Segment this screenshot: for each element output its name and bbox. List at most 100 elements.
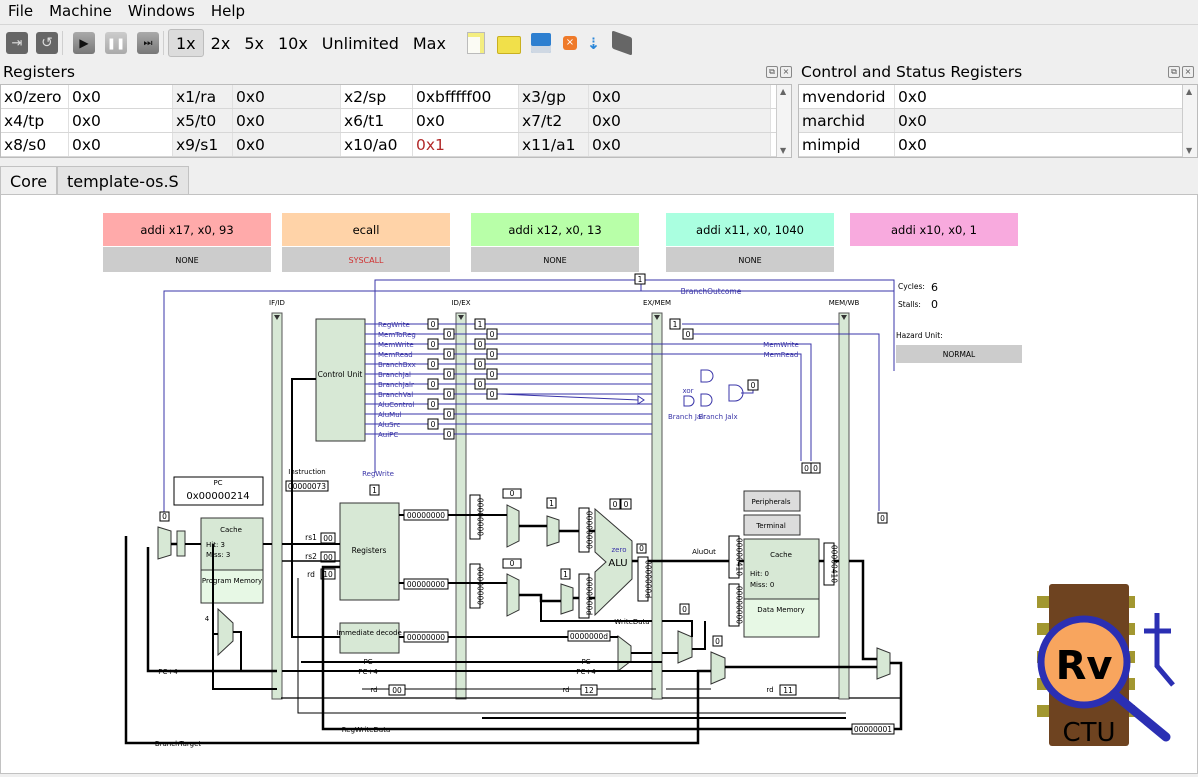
register-value[interactable]: 0x0 bbox=[233, 85, 341, 108]
csr-value[interactable]: 0x0 bbox=[895, 133, 1175, 156]
registers-scrollbar[interactable]: ▲ ▼ bbox=[776, 85, 791, 157]
build-button[interactable] bbox=[612, 29, 633, 57]
register-value[interactable]: 0xbfffff00 bbox=[413, 85, 519, 108]
menu-help[interactable]: Help bbox=[203, 2, 253, 20]
speed-max-button[interactable]: Max bbox=[406, 30, 453, 56]
value-label: 0 bbox=[478, 340, 483, 349]
register-value[interactable]: 0x0 bbox=[233, 109, 341, 132]
core-view: addi x17, x0, 93 NONE ecall SYSCALL addi x12… bbox=[0, 194, 1198, 774]
cache-miss: Miss: 3 bbox=[206, 551, 230, 559]
latch-label: IF/ID bbox=[269, 299, 285, 307]
register-name: x3/gp bbox=[519, 85, 589, 108]
register-name: x0/zero bbox=[1, 85, 69, 108]
wire bbox=[233, 631, 242, 671]
control-signal-label: AuiPC bbox=[378, 431, 398, 439]
cache-hit: Hit: 0 bbox=[750, 570, 769, 578]
register-value[interactable]: 0x0 bbox=[69, 85, 173, 108]
float-icon[interactable]: ⧉ bbox=[766, 66, 778, 78]
csr-name: mimpid bbox=[799, 133, 895, 156]
value-label: 0 bbox=[813, 464, 818, 473]
stage-exception: NONE bbox=[738, 256, 761, 265]
csr-value[interactable]: 0x0 bbox=[895, 85, 1175, 108]
reset-button[interactable]: ↺ bbox=[36, 29, 58, 57]
speed-unlimited-button[interactable]: Unlimited bbox=[315, 30, 406, 56]
value-label: 00000000 bbox=[476, 498, 485, 536]
new-file-button[interactable] bbox=[466, 29, 485, 57]
stage-instruction: addi x12, x0, 13 bbox=[508, 223, 601, 237]
rd-wire-label: rd bbox=[370, 686, 377, 694]
register-value[interactable]: 0x0 bbox=[69, 133, 173, 156]
step-button[interactable]: ⏭ bbox=[137, 29, 159, 57]
value-label: 0 bbox=[639, 544, 644, 553]
aluout-label: AluOut bbox=[692, 548, 716, 556]
scroll-down-icon[interactable]: ▼ bbox=[1186, 146, 1192, 155]
pc4-wire-label: PC+4 bbox=[576, 668, 596, 676]
value-label: 00000000 bbox=[407, 511, 445, 520]
logo-t bbox=[1144, 613, 1175, 687]
branch-adder bbox=[617, 634, 632, 673]
close-icon[interactable]: × bbox=[780, 66, 792, 78]
register-value[interactable]: 0x1 bbox=[413, 133, 519, 156]
csr-value[interactable]: 0x0 bbox=[895, 109, 1175, 132]
register-name: x1/ra bbox=[173, 85, 233, 108]
menu-file[interactable]: File bbox=[0, 2, 41, 20]
pause-button[interactable]: ❚❚ bbox=[105, 29, 127, 57]
register-value[interactable]: 0x0 bbox=[413, 109, 519, 132]
register-value[interactable]: 0x0 bbox=[589, 109, 771, 132]
speed-10x-button[interactable]: 10x bbox=[271, 30, 315, 56]
menu-windows[interactable]: Windows bbox=[120, 2, 203, 20]
register-value[interactable]: 0x0 bbox=[69, 109, 173, 132]
register-value[interactable]: 0x0 bbox=[589, 85, 771, 108]
logo-pin bbox=[1037, 705, 1051, 717]
pipeline-latch bbox=[651, 312, 663, 700]
csr-scrollbar[interactable]: ▲ ▼ bbox=[1182, 85, 1197, 157]
value-label: 0 bbox=[431, 400, 436, 409]
stalls-label: Stalls: bbox=[898, 300, 921, 309]
branchtarget-label: BranchTarget bbox=[155, 740, 202, 748]
memwrite-label: MemWrite bbox=[763, 341, 799, 349]
value-label: 0 bbox=[162, 512, 167, 521]
tab-template-os[interactable]: template-os.S bbox=[57, 166, 189, 195]
scroll-up-icon[interactable]: ▲ bbox=[1186, 87, 1192, 96]
value-label: 0 bbox=[682, 605, 687, 614]
control-signal-label: RegWrite bbox=[378, 321, 410, 329]
speed-5x-button[interactable]: 5x bbox=[237, 30, 271, 56]
value-label: 00000001 bbox=[854, 725, 892, 734]
compile-button[interactable]: ⇥ bbox=[6, 29, 28, 57]
speed-2x-button[interactable]: 2x bbox=[204, 30, 238, 56]
registers-dock: Registers ⧉ × x0/zero 0x0 x1/ra 0x0 x2/sp 0xbf… bbox=[0, 62, 796, 158]
cache-hit: Hit: 3 bbox=[206, 541, 225, 549]
alu-src-mux-a bbox=[546, 515, 560, 547]
value-label: 0 bbox=[490, 390, 495, 399]
logo-text: Rv bbox=[1056, 643, 1113, 689]
float-icon[interactable]: ⧉ bbox=[1168, 66, 1180, 78]
run-button[interactable]: ▶ bbox=[73, 29, 95, 57]
register-value[interactable]: 0x0 bbox=[589, 133, 771, 156]
load-button[interactable]: ⇣ bbox=[587, 29, 600, 57]
regwritedata-label: RegWriteData bbox=[342, 726, 391, 734]
value-label: 0 bbox=[431, 360, 436, 369]
hazard-label: Hazard Unit: bbox=[896, 331, 943, 340]
build-icon bbox=[612, 30, 633, 56]
value-label: 0 bbox=[490, 330, 495, 339]
close-file-button[interactable]: × bbox=[562, 29, 577, 57]
register-name: x11/a1 bbox=[519, 133, 589, 156]
menu-machine[interactable]: Machine bbox=[41, 2, 120, 20]
compile-icon: ⇥ bbox=[6, 32, 28, 54]
open-file-button[interactable] bbox=[496, 29, 521, 57]
close-icon[interactable]: × bbox=[1182, 66, 1194, 78]
cache-title: Cache bbox=[770, 551, 792, 559]
value-label: 0 bbox=[447, 430, 452, 439]
scroll-down-icon[interactable]: ▼ bbox=[780, 146, 786, 155]
logo-pin bbox=[1037, 596, 1051, 608]
tab-core[interactable]: Core bbox=[0, 166, 58, 195]
speed-1x-button[interactable]: 1x bbox=[168, 29, 204, 57]
forward-mux-a bbox=[506, 504, 520, 548]
value-label: 00000410 bbox=[830, 545, 839, 583]
save-file-button[interactable] bbox=[530, 29, 551, 57]
registers-dock-title: Registers ⧉ × bbox=[0, 62, 796, 82]
register-value[interactable]: 0x0 bbox=[233, 133, 341, 156]
csr-name: mvendorid bbox=[799, 85, 895, 108]
control-signal-label: BranchBxx bbox=[378, 361, 416, 369]
scroll-up-icon[interactable]: ▲ bbox=[780, 87, 786, 96]
